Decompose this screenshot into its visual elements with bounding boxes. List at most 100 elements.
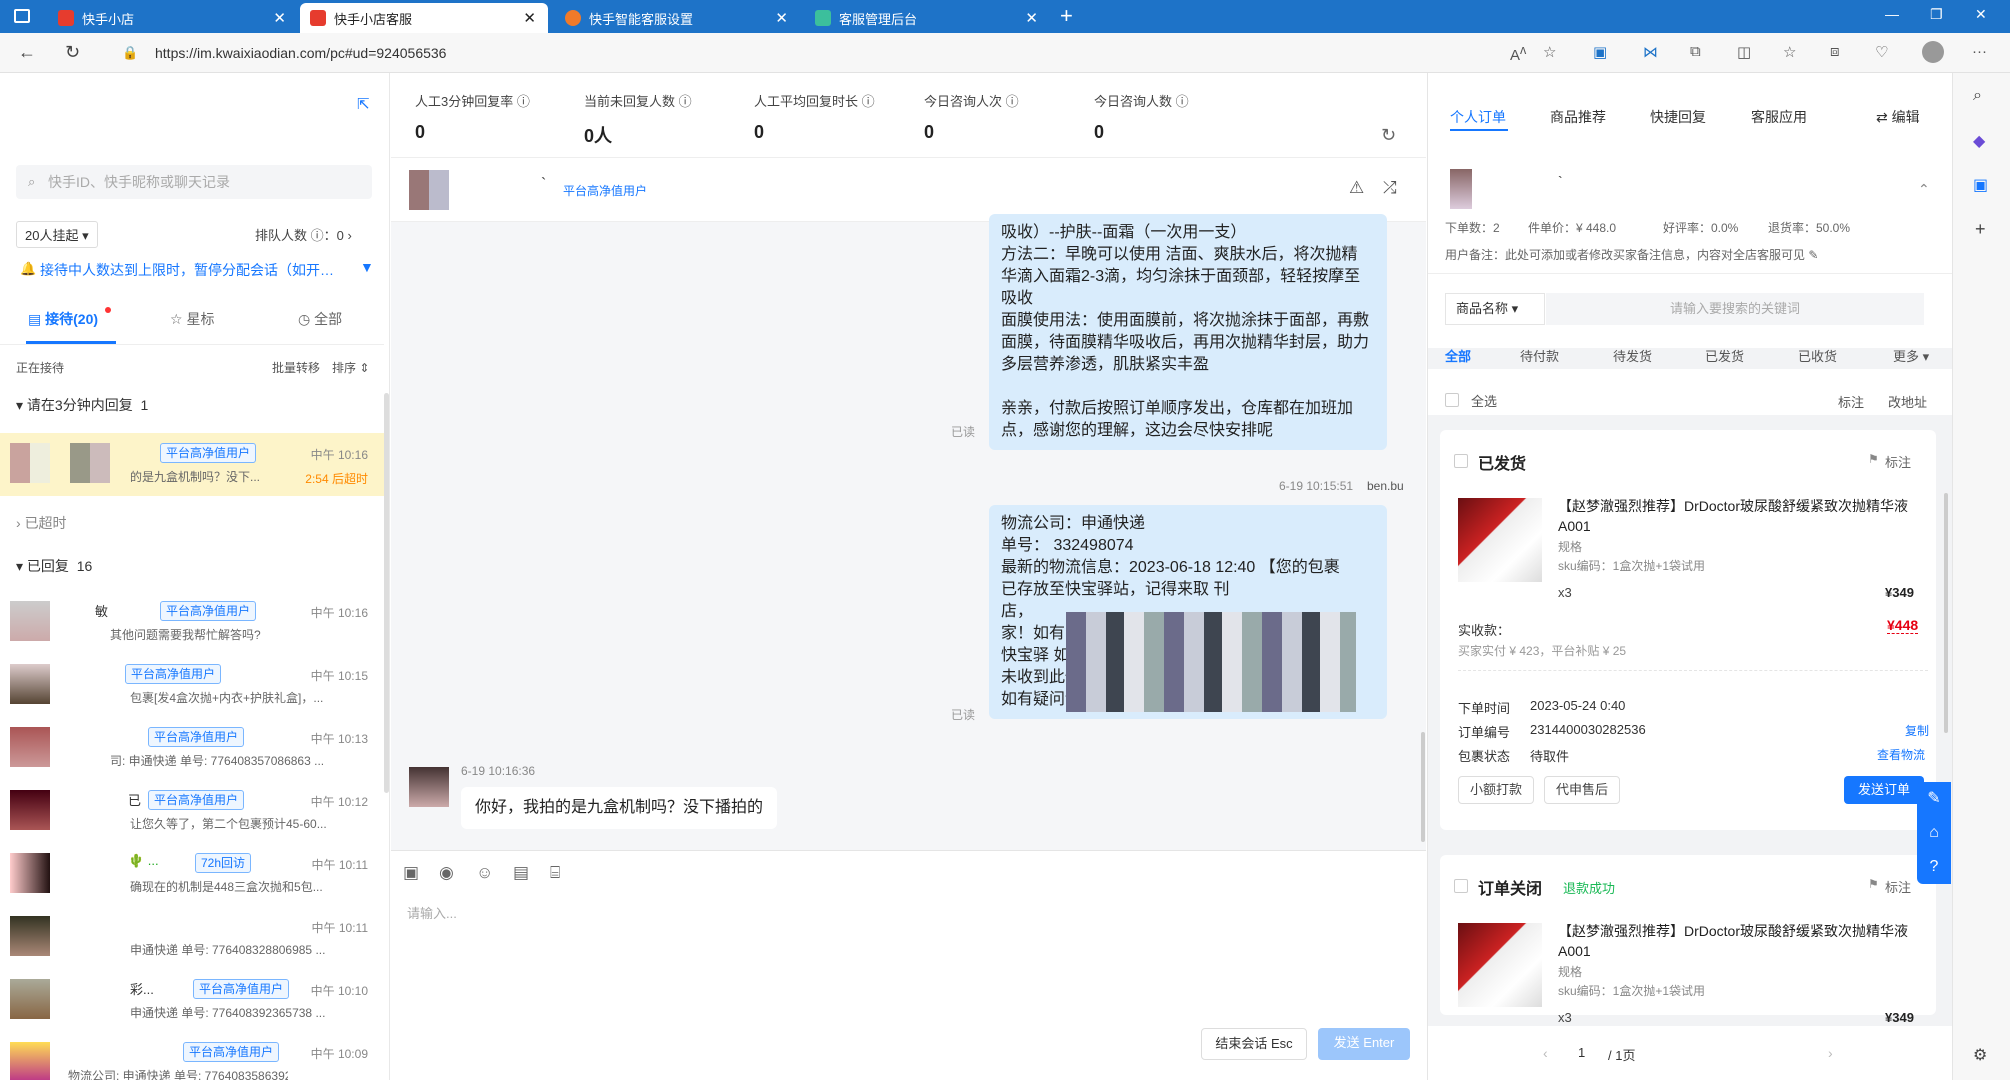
status-tab-more[interactable]: 更多 ▾ bbox=[1893, 346, 1929, 365]
group-reply3[interactable]: ▾ 请在3分钟内回复 1 bbox=[16, 395, 148, 415]
mark-button[interactable]: 标注 bbox=[1885, 452, 1911, 471]
conversation-item[interactable]: 🌵 ... 72h回访 中午 10:11 确现在的机制是448三盒次抛和5包..… bbox=[0, 843, 384, 906]
conversation-item[interactable]: 敏 平台高净值用户 中午 10:16 其他问题需要我帮忙解答吗? bbox=[0, 591, 384, 654]
status-tab-unpaid[interactable]: 待付款 bbox=[1520, 346, 1559, 365]
status-tab-all[interactable]: 全部 bbox=[1445, 346, 1471, 365]
flag-icon[interactable]: ⚑ bbox=[1868, 452, 1879, 466]
order-checkbox[interactable] bbox=[1454, 879, 1468, 893]
send-order-button[interactable]: 发送订单 bbox=[1844, 776, 1924, 804]
status-tab-to-ship[interactable]: 待发货 bbox=[1613, 346, 1652, 365]
split-screen-icon[interactable]: ◫ bbox=[1737, 43, 1751, 61]
next-page-icon[interactable]: › bbox=[1828, 1045, 1833, 1061]
scrollbar[interactable] bbox=[384, 393, 389, 793]
scrollbar[interactable] bbox=[1421, 732, 1425, 842]
change-address-button[interactable]: 改地址 bbox=[1888, 392, 1927, 411]
conversation-item[interactable]: 平台高净值用户 中午 10:15 包裹[发4盒次抛+内衣+护肤礼盒]，... bbox=[0, 654, 384, 717]
queue-count[interactable]: 排队人数 ⓘ：0 › bbox=[255, 225, 352, 244]
send-button[interactable]: 发送 Enter bbox=[1318, 1028, 1410, 1060]
tab-kuaishou-cs[interactable]: 快手小店客服 ✕ bbox=[300, 3, 548, 33]
group-timeout[interactable]: › 已超时 bbox=[16, 513, 67, 533]
collapse-icon[interactable]: ⌃ bbox=[1918, 181, 1930, 198]
close-tab-icon[interactable]: ✕ bbox=[775, 9, 788, 27]
close-window-icon[interactable]: ✕ bbox=[1975, 6, 1987, 23]
emoji-sticker-icon[interactable]: ◉ bbox=[439, 863, 454, 883]
sort-button[interactable]: 排序 ⇕ bbox=[332, 359, 369, 376]
knowledge-icon[interactable]: ⌂ bbox=[1917, 816, 1951, 850]
tab-personal-orders[interactable]: 个人订单 bbox=[1450, 107, 1506, 127]
order-search-input[interactable]: 请输入要搜索的关键词 bbox=[1546, 293, 1924, 325]
more-icon[interactable]: ··· bbox=[1972, 43, 1987, 60]
extension-icon[interactable]: ⋈ bbox=[1643, 43, 1658, 61]
copilot-icon[interactable]: ◆ bbox=[1973, 131, 1985, 151]
url-field[interactable]: https://im.kwaixiaodian.com/pc#ud=924056… bbox=[155, 41, 1505, 65]
back-icon[interactable]: ← bbox=[18, 42, 36, 63]
mark-button[interactable]: 标注 bbox=[1885, 877, 1911, 896]
current-page[interactable]: 1 bbox=[1578, 1045, 1585, 1060]
product-title[interactable]: 【赵梦澈强烈推荐】DrDoctor玻尿酸舒缓紧致次抛精华液A001 bbox=[1558, 921, 1928, 961]
report-icon[interactable]: ⚠ bbox=[1349, 178, 1364, 198]
mark-button[interactable]: 标注 bbox=[1838, 392, 1864, 411]
chevron-down-icon[interactable]: ▼ bbox=[360, 259, 374, 275]
search-input[interactable]: 快手ID、快手昵称或聊天记录 bbox=[16, 165, 372, 199]
tab-starred[interactable]: ☆ 星标 bbox=[170, 309, 214, 329]
tab-kuaishou-shop[interactable]: 快手小店 ✕ bbox=[48, 3, 298, 33]
close-tab-icon[interactable]: ✕ bbox=[523, 9, 536, 27]
new-tab-button[interactable]: + bbox=[1060, 3, 1073, 29]
tab-actions-icon[interactable] bbox=[14, 9, 30, 23]
flag-icon[interactable]: ⚑ bbox=[1868, 877, 1879, 891]
conversation-item[interactable]: 中午 10:11 申通快递 单号: 776408328806985 ... bbox=[0, 906, 384, 969]
emoji-icon[interactable]: ☺ bbox=[476, 863, 493, 883]
tab-all[interactable]: ◷ 全部 bbox=[298, 309, 342, 329]
tab-cs-apps[interactable]: 客服应用 bbox=[1751, 107, 1807, 127]
hang-filter[interactable]: 20人挂起 ▾ bbox=[16, 221, 98, 248]
small-payment-button[interactable]: 小额打款 bbox=[1458, 776, 1534, 804]
collections-icon[interactable]: ⧈ bbox=[1830, 43, 1840, 60]
image-icon[interactable]: ▣ bbox=[403, 863, 419, 883]
status-tab-received[interactable]: 已收货 bbox=[1798, 346, 1837, 365]
edit-note-icon[interactable]: ✎ bbox=[1917, 782, 1951, 816]
batch-transfer-button[interactable]: 批量转移 bbox=[272, 359, 320, 376]
group-replied[interactable]: ▾ 已回复 16 bbox=[16, 556, 92, 576]
quick-phrase-icon[interactable]: ▤ bbox=[513, 863, 529, 883]
tab-quick-reply[interactable]: 快捷回复 bbox=[1650, 107, 1706, 127]
tab-receiving[interactable]: ▤ 接待(20) bbox=[28, 309, 98, 329]
export-icon[interactable]: ⇱ bbox=[357, 95, 370, 113]
read-aloud-icon[interactable]: Aʌ bbox=[1510, 43, 1526, 64]
conversation-item[interactable]: 平台高净值用户 中午 10:09 物流公司: 申通快递 单号: 77640835… bbox=[0, 1032, 384, 1080]
product-card-icon[interactable]: ⌸ bbox=[550, 863, 560, 883]
add-icon[interactable]: + bbox=[1975, 219, 1986, 240]
conversation-item[interactable]: 已 平台高净值用户 中午 10:12 让您久等了，第二个包裹预计45-60... bbox=[0, 780, 384, 843]
conversation-item[interactable]: 彩... 平台高净值用户 中午 10:10 申通快递 单号: 776408392… bbox=[0, 969, 384, 1032]
refresh-icon[interactable]: ↻ bbox=[65, 42, 80, 63]
prev-page-icon[interactable]: ‹ bbox=[1543, 1045, 1548, 1061]
edit-tabs-button[interactable]: ⇄ 编辑 bbox=[1876, 107, 1920, 127]
order-checkbox[interactable] bbox=[1454, 454, 1468, 468]
restore-icon[interactable]: ❐ bbox=[1930, 6, 1943, 23]
conversation-item-active[interactable]: 平台高净值用户 中午 10:16 的是九盒机制吗？没下... 2:54 后超时 bbox=[0, 433, 384, 496]
scrollbar[interactable] bbox=[1944, 493, 1948, 733]
view-logistics-link[interactable]: 查看物流 bbox=[1877, 746, 1925, 763]
search-icon[interactable]: ⌕ bbox=[1973, 87, 1982, 105]
security-icon[interactable]: ♡ bbox=[1875, 43, 1888, 61]
favorite-icon[interactable]: ☆ bbox=[1543, 43, 1556, 61]
extensions-icon[interactable]: ⧉ bbox=[1690, 43, 1701, 60]
transfer-icon[interactable]: ⤮ bbox=[1383, 178, 1397, 198]
tab-product-recommend[interactable]: 商品推荐 bbox=[1550, 107, 1606, 127]
outlook-icon[interactable]: ▣ bbox=[1973, 175, 1988, 195]
lock-icon[interactable]: 🔒 bbox=[122, 45, 138, 61]
filter-field-select[interactable]: 商品名称 ▾ bbox=[1445, 293, 1545, 325]
select-all-checkbox[interactable] bbox=[1445, 393, 1459, 407]
profile-avatar[interactable] bbox=[1922, 41, 1944, 63]
settings-gear-icon[interactable]: ⚙ bbox=[1973, 1045, 1987, 1065]
conversation-item[interactable]: 平台高净值用户 中午 10:13 司: 申通快递 单号: 77640835708… bbox=[0, 717, 384, 780]
refresh-icon[interactable]: ↻ bbox=[1381, 125, 1396, 146]
user-remark[interactable]: 用户备注：此处可添加或者修改买家备注信息，内容对全店客服可见 ✎ bbox=[1445, 246, 1818, 263]
close-tab-icon[interactable]: ✕ bbox=[273, 9, 286, 27]
help-icon[interactable]: ? bbox=[1917, 850, 1951, 884]
minimize-icon[interactable]: — bbox=[1885, 6, 1899, 22]
tab-smart-cs-settings[interactable]: 快手智能客服设置 ✕ bbox=[555, 3, 800, 33]
copy-link[interactable]: 复制 bbox=[1905, 722, 1929, 739]
product-title[interactable]: 【赵梦澈强烈推荐】DrDoctor玻尿酸舒缓紧致次抛精华液A001 bbox=[1558, 496, 1928, 536]
after-sale-button[interactable]: 代申售后 bbox=[1544, 776, 1620, 804]
status-tab-shipped[interactable]: 已发货 bbox=[1705, 346, 1744, 365]
